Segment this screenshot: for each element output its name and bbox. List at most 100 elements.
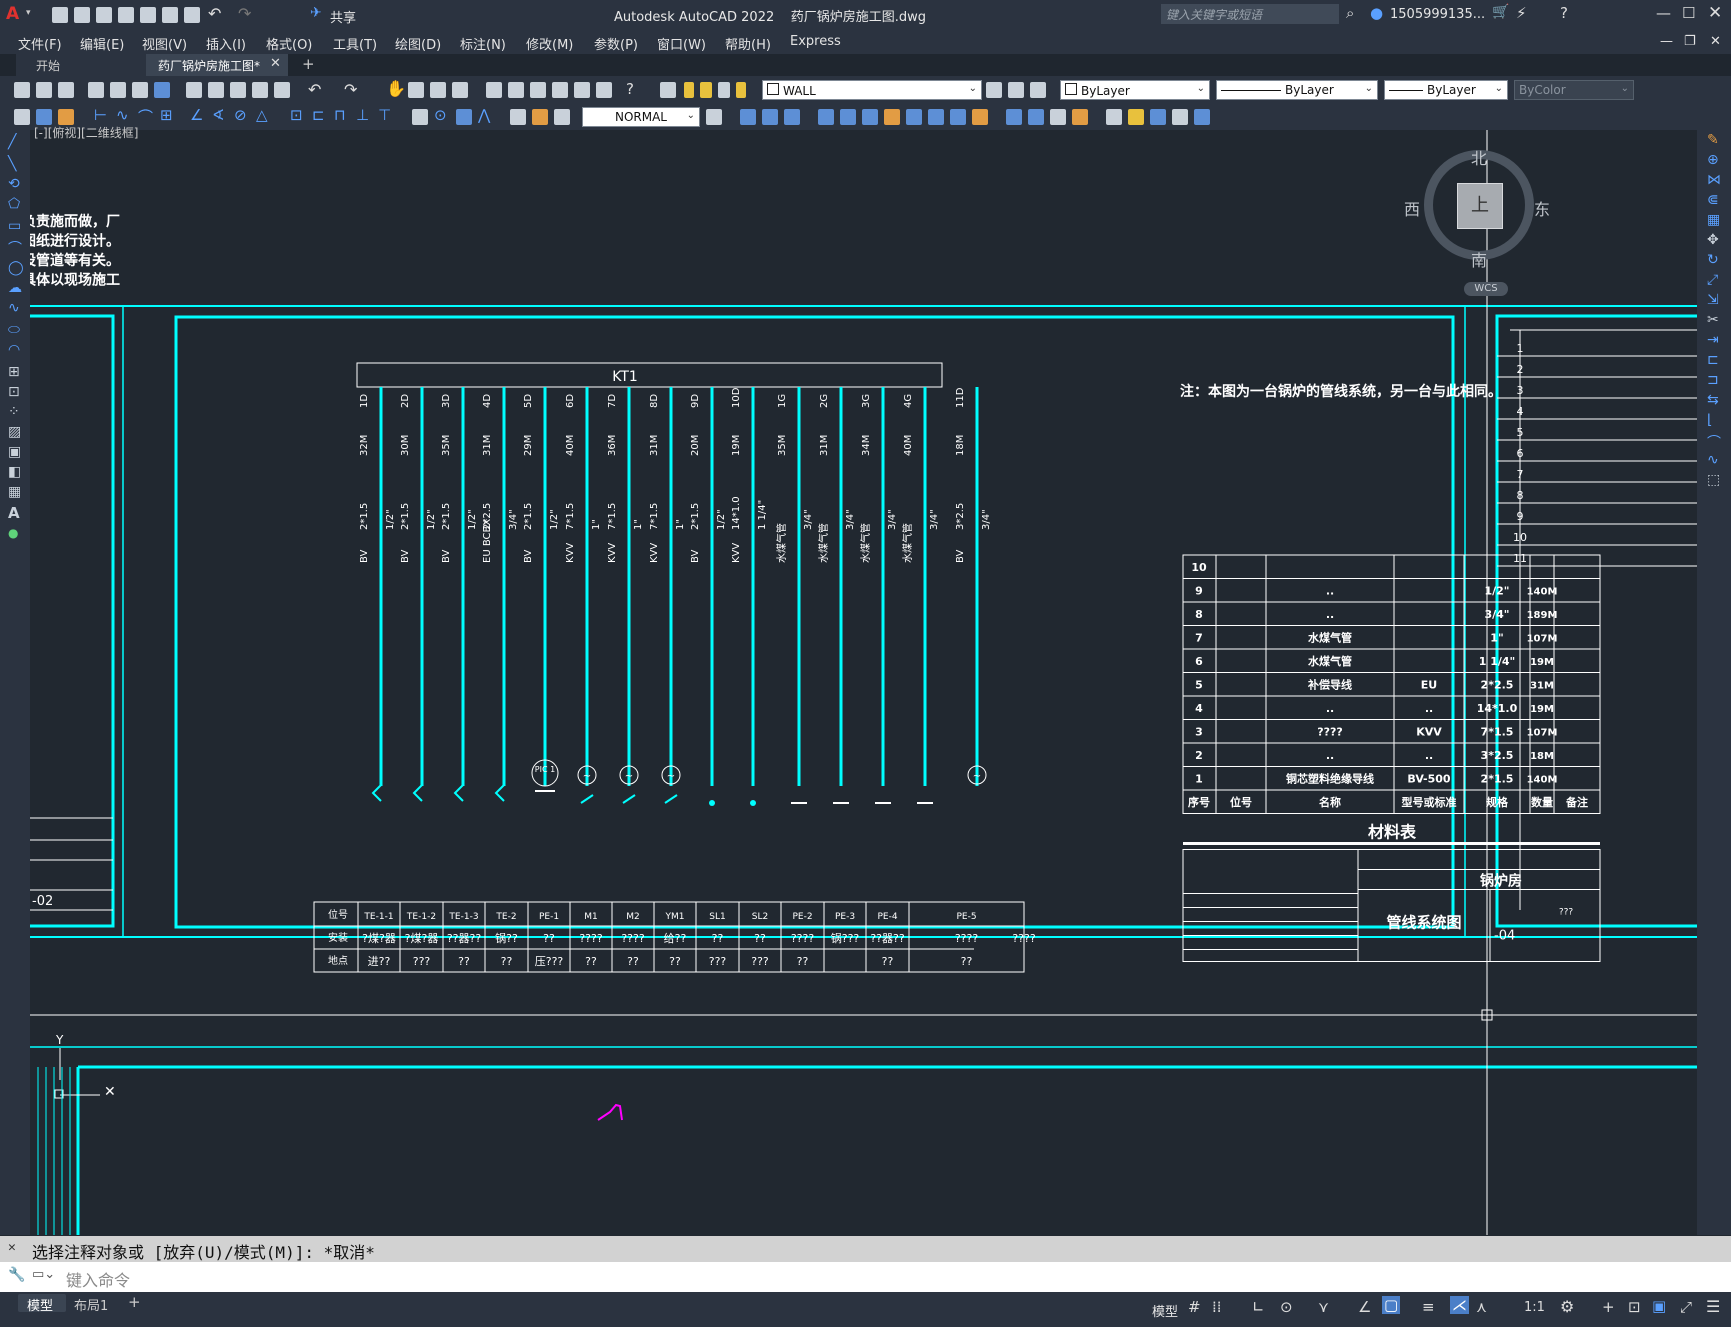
layer-select[interactable]: WALL ⌄ (762, 80, 982, 100)
polar-icon[interactable]: ⊙ (1280, 1298, 1293, 1316)
new-tab-button[interactable]: + (302, 55, 315, 73)
properties-icon[interactable] (486, 82, 502, 98)
paste-icon[interactable] (230, 82, 246, 98)
taper-faces-icon[interactable] (928, 109, 944, 125)
open-web-icon[interactable] (140, 7, 156, 23)
qnew-icon[interactable] (14, 82, 30, 98)
preview-icon[interactable] (110, 82, 126, 98)
user-name[interactable]: 1505999135... (1390, 7, 1485, 22)
open-icon[interactable] (74, 7, 90, 23)
fillet-icon[interactable]: ⌒ (1707, 432, 1721, 452)
copy-object-icon[interactable]: ⊕ (1707, 152, 1719, 168)
layer-match-icon[interactable] (1008, 82, 1024, 98)
osnap-icon[interactable]: ▢ (1382, 1296, 1401, 1314)
user-icon[interactable]: ● (1370, 4, 1383, 22)
text-style-select[interactable]: NORMAL ⌄ (582, 107, 700, 127)
menu-view[interactable]: 视图(V) (142, 34, 187, 53)
extrude-faces-icon[interactable] (818, 109, 834, 125)
region-icon[interactable]: ◧ (8, 464, 21, 480)
extend-icon[interactable]: ⇥ (1707, 332, 1719, 348)
arc-icon[interactable]: ⌒ (8, 238, 22, 258)
dim-break-icon[interactable]: ⊏ (312, 106, 325, 124)
3dprint-icon[interactable] (154, 82, 170, 98)
drawing-canvas[interactable]: 自控设计由业主自己负责施而做，厂家提供的电气控制图纸进行设计。及施工，包括暗敷设… (30, 126, 1697, 1235)
lineweight-select[interactable]: ByLayer ⌄ (1384, 80, 1508, 100)
annotation-visibility-icon[interactable]: ⋌ (1450, 1296, 1469, 1314)
polyline-icon[interactable]: ⟲ (8, 176, 20, 192)
pan-icon[interactable]: ✋ (386, 79, 406, 98)
doc-minimize-icon[interactable]: — (1660, 34, 1673, 49)
dim-diameter-icon[interactable]: ⊞ (160, 106, 173, 124)
command-settings-icon[interactable]: 🔧 (8, 1267, 25, 1283)
dim-ordinate-icon[interactable]: ⊢ (94, 106, 107, 124)
check-icon[interactable] (1150, 109, 1166, 125)
point-icon[interactable]: ⁘ (8, 404, 20, 420)
dim-space-icon[interactable]: ⊡ (290, 106, 303, 124)
section-icon[interactable] (1194, 109, 1210, 125)
dim-quick-icon[interactable]: ∢ (212, 106, 225, 124)
design-center-icon[interactable] (508, 82, 524, 98)
layout-tab-model[interactable]: 模型 (18, 1294, 66, 1314)
grid-icon[interactable]: # (1188, 1298, 1201, 1316)
line-icon[interactable]: ╱ (8, 134, 16, 150)
menu-file[interactable]: 文件(F) (18, 34, 62, 53)
print-icon[interactable] (88, 82, 104, 98)
layer-props-icon[interactable] (660, 82, 676, 98)
dim-tedit-icon[interactable]: ⋀ (478, 106, 490, 124)
menu-parameter[interactable]: 参数(P) (594, 34, 638, 53)
otrack-icon[interactable]: ∠ (1358, 1298, 1371, 1316)
publish-icon[interactable] (132, 82, 148, 98)
zoom-previous-icon[interactable] (452, 82, 468, 98)
gradient-icon[interactable]: ▣ (8, 444, 21, 460)
cart-icon[interactable]: 🛒 (1492, 4, 1509, 20)
scale-icon[interactable]: ⤢ (1707, 272, 1718, 288)
dim-edit-icon[interactable] (456, 109, 472, 125)
customization-icon[interactable]: ☰ (1706, 1297, 1720, 1316)
viewport-label[interactable]: [-][俯视][二维线框] (34, 124, 138, 141)
lineweight-toggle-icon[interactable]: ≡ (1422, 1298, 1435, 1316)
color-edges-icon[interactable] (1028, 109, 1044, 125)
units-icon[interactable]: ⊡ (1628, 1298, 1641, 1316)
shell-icon[interactable] (1128, 109, 1144, 125)
doc-restore-icon[interactable]: ❐ (1684, 34, 1696, 49)
tab-start[interactable]: 开始 (16, 54, 146, 76)
viewcube[interactable]: 上 北 南 西 东 WCS (1404, 140, 1550, 300)
solidedit-icon[interactable] (1172, 109, 1188, 125)
compass-south[interactable]: 南 (1471, 247, 1487, 271)
isodraft-icon[interactable]: ⋎ (1318, 1298, 1329, 1316)
fullscreen-icon[interactable]: ⤢ (1680, 1298, 1692, 1316)
blend-icon[interactable]: ∿ (1707, 452, 1719, 468)
mtext-icon[interactable]: A (8, 504, 20, 522)
offset-faces-icon[interactable] (862, 109, 878, 125)
separate-icon[interactable] (1106, 109, 1122, 125)
new-icon[interactable] (52, 7, 68, 23)
move-icon[interactable]: ✥ (1707, 232, 1719, 248)
redo-icon[interactable]: ↷ (238, 4, 251, 23)
annotation-monitor-icon[interactable]: + (1602, 1298, 1615, 1316)
dim-update-icon[interactable] (510, 109, 526, 125)
construction-line-icon[interactable]: ╲ (8, 156, 16, 172)
make-block-icon[interactable]: ⊡ (8, 384, 20, 400)
markup-icon[interactable] (574, 82, 590, 98)
dim-style-icon[interactable] (532, 109, 548, 125)
ortho-icon[interactable]: ∟ (1252, 1298, 1265, 1316)
imprint-icon[interactable] (1050, 109, 1066, 125)
layer-lock-icon[interactable] (736, 82, 746, 98)
dim-continue-icon[interactable]: △ (256, 106, 268, 124)
color-faces-icon[interactable] (972, 109, 988, 125)
menu-edit[interactable]: 编辑(E) (80, 34, 124, 53)
annotation-scale[interactable]: 1:1 (1524, 1300, 1545, 1315)
dim-baseline-icon[interactable]: ⊘ (234, 106, 247, 124)
erase-icon[interactable]: ✎ (1707, 132, 1719, 148)
compass-east[interactable]: 东 (1534, 196, 1550, 220)
maximize-icon[interactable]: ☐ (1682, 4, 1695, 22)
menu-window[interactable]: 窗口(W) (657, 34, 706, 53)
share-icon[interactable]: ✈ (310, 5, 322, 21)
color-select[interactable]: ByLayer ⌄ (1060, 80, 1210, 100)
center-icon[interactable]: ⊙ (434, 106, 447, 124)
revcloud-icon[interactable]: ☁ (8, 280, 22, 296)
help-toolbar-icon[interactable]: ? (626, 80, 634, 98)
dim-linear-icon[interactable] (14, 109, 30, 125)
hardware-accel-icon[interactable]: ▣ (1652, 1297, 1666, 1315)
array-icon[interactable]: ▦ (1707, 212, 1720, 228)
